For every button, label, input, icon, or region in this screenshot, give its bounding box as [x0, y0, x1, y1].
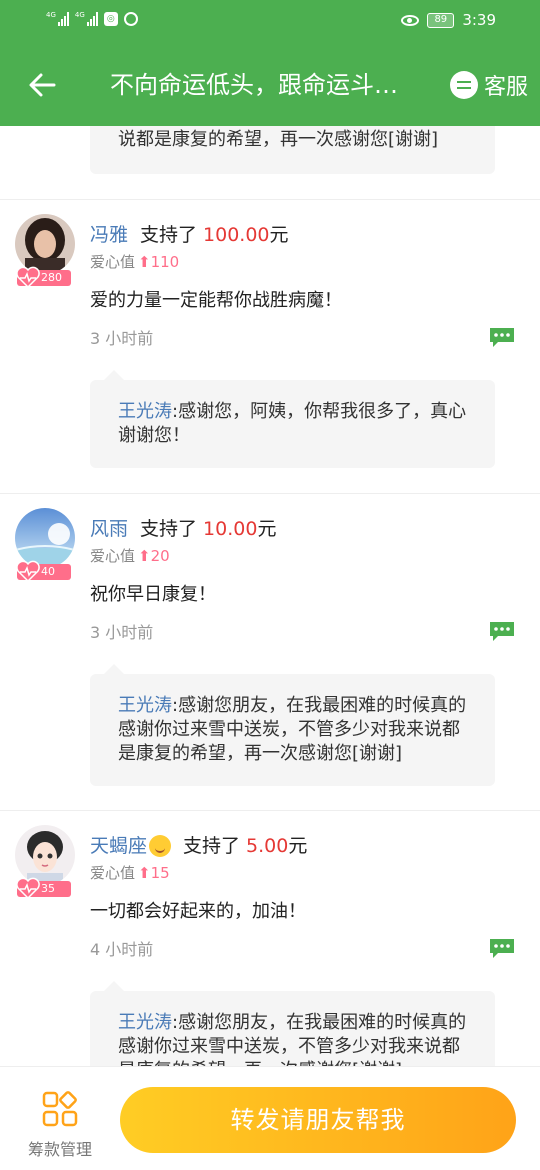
- network-label: 4G: [46, 11, 56, 19]
- avatar-group[interactable]: 35: [15, 825, 75, 905]
- comment-message: 祝你早日康复！: [90, 584, 216, 605]
- love-badge-value: 35: [41, 882, 55, 895]
- comment-list[interactable]: 说都是康复的希望，再一次感谢您[谢谢] 280 冯雅 支持了 100.00 元 …: [0, 126, 540, 1066]
- love-badge-value: 40: [41, 565, 55, 578]
- love-value: 110: [150, 253, 180, 271]
- love-badge-value: 280: [41, 271, 62, 284]
- comment-meta: 3 小时前: [90, 326, 516, 352]
- comment-icon[interactable]: [488, 937, 516, 959]
- comment-icon[interactable]: [488, 326, 516, 348]
- hug-emoji-icon: [149, 835, 172, 857]
- support-unit: 元: [269, 224, 289, 246]
- reply-box: 王光涛:感谢您，阿姨，你帮我很多了，真心谢谢您！: [90, 370, 495, 468]
- comment-item: 40 风雨 支持了 10.00 元 爱心值⬆20 祝你早日康复！ 3 小时前: [0, 494, 540, 811]
- love-value-label: 爱心值: [90, 547, 136, 565]
- signal-icon: 4G: [75, 12, 98, 26]
- support-verb: 支持了: [140, 518, 198, 540]
- network-label: 4G: [74, 11, 85, 19]
- comment-message: 爱的力量一定能帮你战胜病魔！: [90, 290, 342, 311]
- love-value: 15: [150, 864, 170, 882]
- customer-service-button[interactable]: 客服: [449, 68, 528, 102]
- support-amount: 5.00: [246, 835, 289, 857]
- avatar-group[interactable]: 40: [15, 508, 75, 588]
- comment-body: 冯雅 支持了 100.00 元 爱心值 ⬆110 爱的力量一定能帮你战胜病魔！ 3…: [90, 200, 540, 468]
- status-right: 89 3:39: [401, 11, 496, 29]
- comment-time: 4 小时前: [90, 940, 154, 959]
- comment-item: 280 冯雅 支持了 100.00 元 爱心值 ⬆110 爱的力量一定能帮你战胜病…: [0, 200, 540, 494]
- comment-time: 3 小时前: [90, 329, 154, 348]
- love-badge: 35: [16, 877, 71, 900]
- support-amount: 10.00: [203, 518, 258, 540]
- comment-body: 天蝎座 支持了 5.00 元 爱心值 ⬆15 一切都会好起来的，加油！ 4 小时前…: [90, 811, 540, 1066]
- supporter-name[interactable]: 风雨: [90, 516, 128, 542]
- love-value-label: 爱心值: [90, 253, 136, 271]
- chat-bubble-icon: [449, 71, 478, 99]
- reply-box: 说都是康复的希望，再一次感谢您[谢谢]: [90, 126, 495, 174]
- reply-author[interactable]: 王光涛: [118, 695, 172, 716]
- avatar-group[interactable]: 280: [15, 214, 75, 294]
- signal-icon: 4G: [46, 12, 69, 26]
- notification-icon: ◎: [103, 12, 118, 26]
- support-verb: 支持了: [183, 835, 241, 857]
- love-value-row: 爱心值 ⬆15: [90, 863, 516, 883]
- battery-icon: 89: [427, 12, 455, 28]
- support-verb: 支持了: [140, 224, 198, 246]
- comment-header: 天蝎座 支持了 5.00 元: [90, 833, 516, 859]
- arrow-up-icon: ⬆: [138, 253, 151, 271]
- reply-author[interactable]: 王光涛: [118, 1012, 172, 1033]
- comment-item: 说都是康复的希望，再一次感谢您[谢谢]: [0, 126, 540, 200]
- customer-service-label: 客服: [483, 75, 528, 100]
- reply-author[interactable]: 王光涛: [118, 401, 172, 422]
- arrow-left-icon: [29, 73, 56, 97]
- eye-comfort-icon: [401, 14, 420, 26]
- comment-body: 风雨 支持了 10.00 元 爱心值 ⬆20 祝你早日康复！ 3 小时前 王光涛:…: [90, 494, 540, 786]
- comment-icon[interactable]: [488, 620, 516, 642]
- comment-header: 风雨 支持了 10.00 元: [90, 516, 516, 542]
- sync-icon: [123, 12, 138, 26]
- reply-text: 说都是康复的希望，再一次感谢您[谢谢]: [118, 129, 439, 150]
- clock: 3:39: [462, 11, 496, 29]
- fundraising-manage-button[interactable]: 筹款管理: [20, 1089, 100, 1160]
- comment-meta: 3 小时前: [90, 620, 516, 646]
- back-button[interactable]: [20, 62, 66, 108]
- comment-header: 冯雅 支持了 100.00 元: [90, 222, 516, 248]
- page-title: 不向命运低头，跟命运斗…: [110, 71, 398, 99]
- supporter-name[interactable]: 冯雅: [90, 222, 128, 248]
- heart-pulse-icon: [16, 266, 40, 289]
- status-bar: 4G 4G ◎ 89 3:39: [0, 0, 540, 44]
- support-amount: 100.00: [203, 224, 270, 246]
- love-value-row: 爱心值 ⬆20: [90, 546, 516, 566]
- fundraising-manage-label: 筹款管理: [27, 1140, 92, 1159]
- reply-box: 王光涛:感谢您朋友，在我最困难的时候真的感谢你过来雪中送炭，不管多少对我来说都是…: [90, 981, 495, 1066]
- heart-pulse-icon: [16, 877, 40, 900]
- comment-item: 35 天蝎座 支持了 5.00 元 爱心值 ⬆15 一切都会好起来的，加油！ 4 …: [0, 811, 540, 1066]
- status-left: 4G 4G ◎: [46, 12, 138, 26]
- love-value-label: 爱心值: [90, 864, 136, 882]
- supporter-name[interactable]: 天蝎座: [90, 833, 147, 859]
- heart-pulse-icon: [16, 560, 40, 583]
- arrow-up-icon: ⬆: [138, 864, 151, 882]
- comment-message: 一切都会好起来的，加油！: [90, 901, 306, 922]
- support-unit: 元: [257, 518, 277, 540]
- support-unit: 元: [288, 835, 308, 857]
- arrow-up-icon: ⬆: [138, 547, 151, 565]
- reply-box: 王光涛:感谢您朋友，在我最困难的时候真的感谢你过来雪中送炭，不管多少对我来说都是…: [90, 664, 495, 786]
- love-value-row: 爱心值 ⬆110: [90, 252, 516, 272]
- bottom-bar: 筹款管理 转发请朋友帮我: [0, 1066, 540, 1170]
- comment-meta: 4 小时前: [90, 937, 516, 963]
- love-badge: 280: [16, 266, 71, 289]
- grid-apps-icon: [42, 1091, 78, 1127]
- love-badge: 40: [16, 560, 71, 583]
- love-value: 20: [150, 547, 170, 565]
- comment-time: 3 小时前: [90, 623, 154, 642]
- app-bar: 不向命运低头，跟命运斗… 客服: [0, 44, 540, 126]
- share-to-friends-button[interactable]: 转发请朋友帮我: [120, 1087, 516, 1153]
